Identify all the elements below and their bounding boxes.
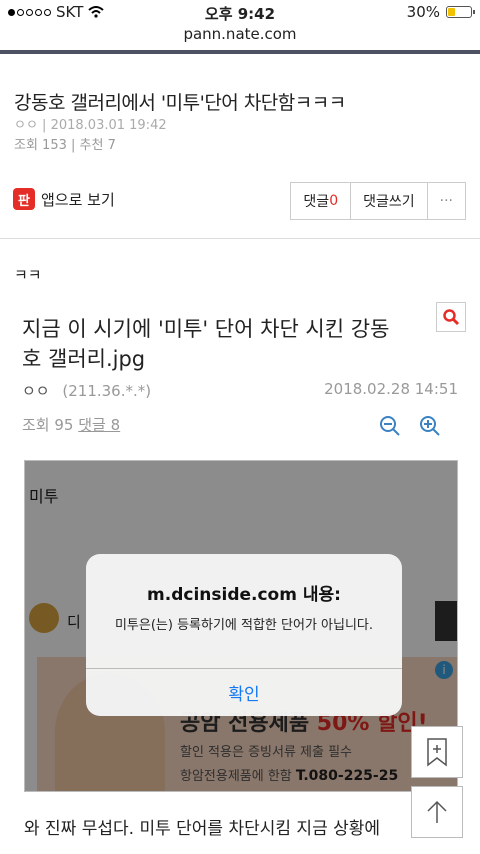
address-bar[interactable]: pann.nate.com <box>0 25 480 43</box>
more-button[interactable]: ··· <box>428 183 465 219</box>
embedded-stats: 조회 95 댓글 8 <box>22 414 120 435</box>
zoom-out-icon <box>380 416 400 436</box>
post-date: 2018.03.01 19:42 <box>50 118 167 133</box>
alert-title: m.dcinside.com 내용: <box>147 585 341 605</box>
post-body-text: 와 진짜 무섭다. 미투 단어를 차단시킴 지금 상황에 <box>24 819 381 839</box>
zoom-in-icon <box>420 416 440 436</box>
comments-count: 0 <box>329 193 339 209</box>
arrow-up-icon <box>427 800 447 823</box>
app-view-label: 앱으로 보기 <box>41 190 115 209</box>
battery-icon <box>446 6 475 18</box>
status-right: 30% <box>406 3 475 21</box>
alert-ok-button: 확인 <box>228 684 260 705</box>
comments-label: 댓글 <box>303 194 330 210</box>
post-stats: 조회 153 | 추천 7 <box>14 138 116 153</box>
alert-message: 미투은(는) 등록하기에 적합한 단어가 아닙니다. <box>114 618 374 633</box>
alert-dialog: m.dcinside.com 내용: 미투은(는) 등록하기에 적합한 단어가 … <box>86 554 402 716</box>
search-button[interactable] <box>436 302 466 332</box>
app-view-button[interactable]: 판 앱으로 보기 <box>13 188 115 210</box>
header-divider <box>0 50 480 54</box>
embedded-comments: 댓글 8 <box>78 416 121 434</box>
post-recommend: 추천 7 <box>79 138 116 153</box>
post-title: 강동호 갤러리에서 '미투'단어 차단함ㅋㅋㅋ <box>14 92 346 114</box>
bookmark-button[interactable] <box>411 726 463 778</box>
bookmark-add-icon <box>427 738 447 767</box>
embedded-post-title: 지금 이 시기에 '미투' 단어 차단 시킨 강동호 갤러리.jpg <box>22 317 390 371</box>
post-intro-text: ㅋㅋ <box>14 266 42 284</box>
comments-button[interactable]: 댓글 0 <box>291 183 352 219</box>
comment-actions: 댓글 0 댓글쓰기 ··· <box>290 182 466 220</box>
embedded-author: ㅇㅇ <box>22 382 50 400</box>
embedded-date: 2018.02.28 14:51 <box>324 380 458 398</box>
search-icon <box>443 309 460 326</box>
embedded-author-line: ㅇㅇ (211.36.*.*) <box>22 380 151 401</box>
embedded-views: 조회 95 <box>22 416 74 434</box>
embedded-ip: (211.36.*.*) <box>62 382 152 400</box>
section-divider <box>0 238 480 239</box>
battery-percent: 30% <box>406 3 440 21</box>
write-comment-button[interactable]: 댓글쓰기 <box>351 183 428 219</box>
scroll-top-button[interactable] <box>411 786 463 838</box>
post-author: ㅇㅇ <box>14 118 38 133</box>
post-views: 조회 153 <box>14 138 67 153</box>
post-meta: ㅇㅇ | 2018.03.01 19:42 <box>14 118 167 133</box>
app-logo-icon: 판 <box>13 188 35 210</box>
status-bar: SKT 오후 9:42 30% <box>0 0 480 23</box>
